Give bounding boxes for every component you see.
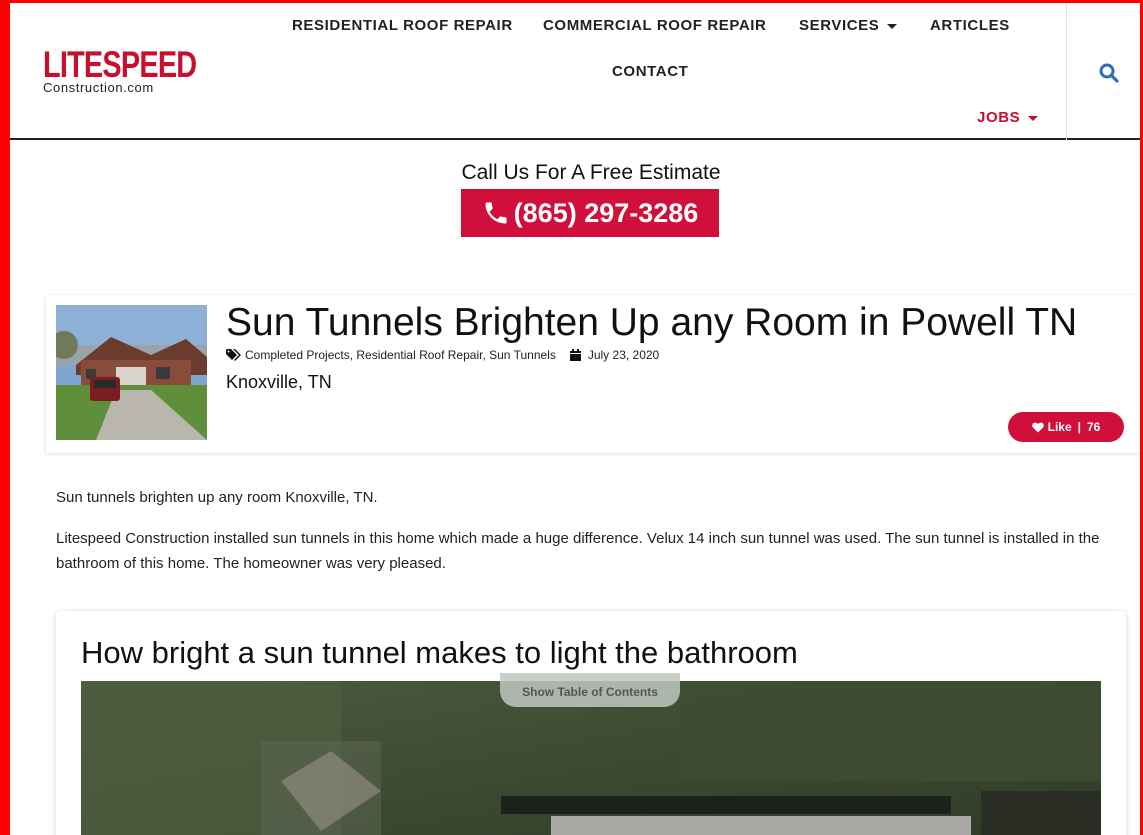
logo[interactable]: LITESPEED Construction.com xyxy=(43,44,197,94)
site-header: LITESPEED Construction.com RESIDENTIAL R… xyxy=(10,3,1140,140)
nav-contact[interactable]: CONTACT xyxy=(612,63,688,80)
chevron-down-icon xyxy=(1028,115,1039,121)
house-photo xyxy=(56,305,207,440)
nav-jobs-label: JOBS xyxy=(977,109,1021,126)
phone-icon xyxy=(485,202,507,224)
like-separator: | xyxy=(1077,420,1081,434)
logo-wordmark: LITESPEED xyxy=(43,44,197,85)
calendar-icon xyxy=(569,349,581,361)
post-location: Knoxville, TN xyxy=(226,372,332,392)
post-date: July 23, 2020 xyxy=(587,348,660,362)
like-count: 76 xyxy=(1087,420,1101,434)
nav-residential-roof-repair[interactable]: RESIDENTIAL ROOF REPAIR xyxy=(292,17,513,34)
search-toggle[interactable] xyxy=(1066,3,1140,140)
description-paragraph: Litespeed Construction installed sun tun… xyxy=(56,530,1100,572)
section-heading: How bright a sun tunnel makes to light t… xyxy=(81,635,798,670)
post-title: Sun Tunnels Brighten Up any Room in Powe… xyxy=(226,301,1078,344)
tags-icon xyxy=(226,349,241,361)
call-us-text: Call Us For A Free Estimate xyxy=(461,161,721,184)
post-thumbnail[interactable] xyxy=(56,305,207,440)
page: LITESPEED Construction.com RESIDENTIAL R… xyxy=(10,3,1140,835)
post-header-card: Sun Tunnels Brighten Up any Room in Powe… xyxy=(46,295,1140,453)
intro-paragraph: Sun tunnels brighten up any room Knoxvil… xyxy=(56,489,378,506)
phone-number: (865) 297-3286 xyxy=(513,197,699,228)
post-meta: Completed Projects, Residential Roof Rep… xyxy=(226,348,659,362)
nav-jobs[interactable]: JOBS xyxy=(977,109,1039,126)
nav-services-label: SERVICES xyxy=(799,17,880,34)
nav-commercial-roof-repair[interactable]: COMMERCIAL ROOF REPAIR xyxy=(543,17,766,34)
post-categories[interactable]: Completed Projects, Residential Roof Rep… xyxy=(245,348,556,362)
show-table-of-contents-button[interactable]: Show Table of Contents xyxy=(500,673,680,707)
nav-articles[interactable]: ARTICLES xyxy=(930,17,1010,34)
nav-services[interactable]: SERVICES xyxy=(799,17,898,34)
heart-icon xyxy=(1031,422,1044,432)
phone-call-button[interactable]: (865) 297-3286 xyxy=(461,189,719,237)
video-section-card: How bright a sun tunnel makes to light t… xyxy=(56,611,1126,835)
chevron-down-icon xyxy=(887,23,898,29)
like-button[interactable]: Like | 76 xyxy=(1008,412,1124,442)
like-label: Like xyxy=(1047,420,1072,434)
search-icon xyxy=(1099,63,1119,83)
